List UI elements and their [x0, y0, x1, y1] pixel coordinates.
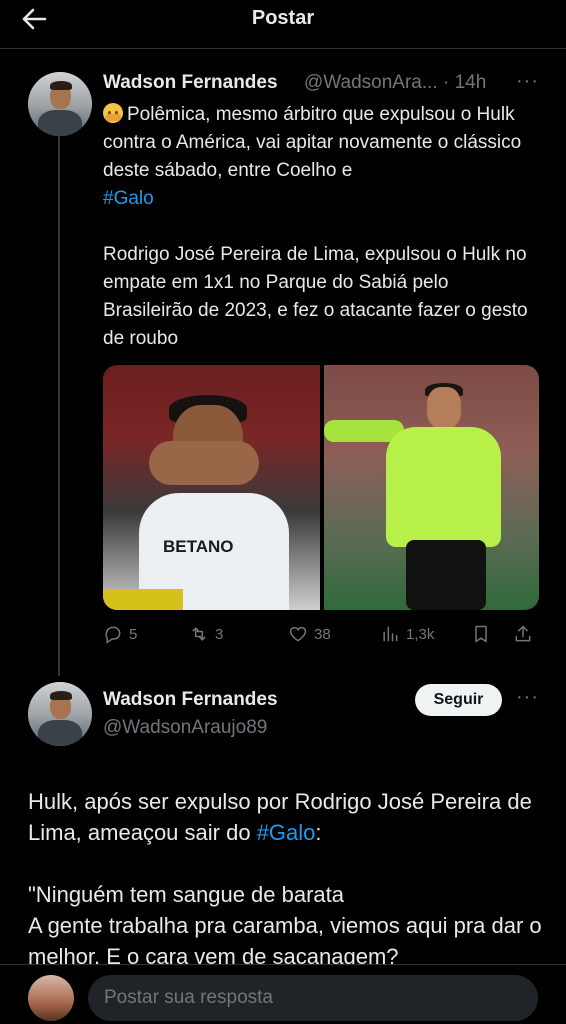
main-tweet-paragraph-1-end: : [315, 820, 322, 845]
more-options-icon[interactable]: ··· [516, 686, 539, 709]
top-bar: Postar [0, 0, 566, 40]
media-image-player[interactable]: BETANO [103, 365, 320, 610]
hashtag-link[interactable]: #Galo [257, 820, 316, 845]
face-with-hand-over-mouth-icon [103, 103, 123, 123]
tweet-paragraph-1: Polêmica, mesmo árbitro que expulsou o H… [103, 101, 543, 213]
tweet-body: Polêmica, mesmo árbitro que expulsou o H… [103, 101, 543, 353]
reply-input[interactable]: Postar sua resposta [88, 975, 538, 1021]
tweet-paragraph-2: Rodrigo José Pereira de Lima, expulsou o… [103, 244, 533, 349]
header-divider [0, 48, 566, 49]
author-handle[interactable]: @WadsonAraujo89 [103, 717, 267, 739]
reply-icon [105, 626, 121, 644]
author-name[interactable]: Wadson Fernandes [103, 689, 278, 711]
tweet-media[interactable]: BETANO [103, 365, 539, 610]
retweet-button[interactable]: 3 [189, 620, 223, 648]
like-count: 38 [314, 625, 331, 643]
media-image-referee[interactable] [324, 365, 539, 610]
hashtag-link[interactable]: #Galo [103, 188, 154, 209]
share-button[interactable] [513, 620, 533, 648]
time-separator: · [442, 72, 450, 93]
follow-button[interactable]: Seguir [415, 684, 502, 716]
more-options-icon[interactable]: ··· [516, 70, 539, 93]
views-button[interactable]: 1,3k [380, 620, 434, 648]
image-sponsor-text: BETANO [163, 537, 234, 556]
avatar[interactable] [28, 72, 92, 136]
tweet-time: 14h [454, 72, 487, 93]
views-count: 1,3k [406, 625, 435, 643]
author-handle[interactable]: @WadsonAra... · 14h [304, 72, 486, 94]
author-handle-text: @WadsonAra... [304, 72, 438, 93]
like-button[interactable]: 38 [288, 620, 331, 648]
heart-icon [289, 626, 307, 642]
reply-button[interactable]: 5 [103, 620, 137, 648]
main-tweet-paragraph-2: "Ninguém tem sangue de barata A gente tr… [28, 882, 542, 969]
author-name[interactable]: Wadson Fernandes [103, 72, 278, 94]
page-title: Postar [251, 7, 315, 29]
avatar[interactable] [28, 682, 92, 746]
retweet-count: 3 [215, 625, 224, 643]
main-tweet-body: Hulk, após ser expulso por Rodrigo José … [28, 786, 548, 972]
share-icon [515, 625, 531, 642]
avatar[interactable] [28, 975, 74, 1021]
reply-count: 5 [129, 625, 138, 643]
views-icon [383, 626, 398, 642]
retweet-icon [192, 627, 206, 641]
bookmark-button[interactable] [471, 620, 491, 648]
tweet-actions: 5 3 38 1,3k [103, 620, 543, 648]
thread-connector-line [58, 134, 60, 676]
bookmark-icon [475, 625, 487, 643]
tweet-paragraph-1-text: Polêmica, mesmo árbitro que expulsou o H… [103, 104, 527, 181]
main-tweet-paragraph-1: Hulk, após ser expulso por Rodrigo José … [28, 786, 548, 848]
